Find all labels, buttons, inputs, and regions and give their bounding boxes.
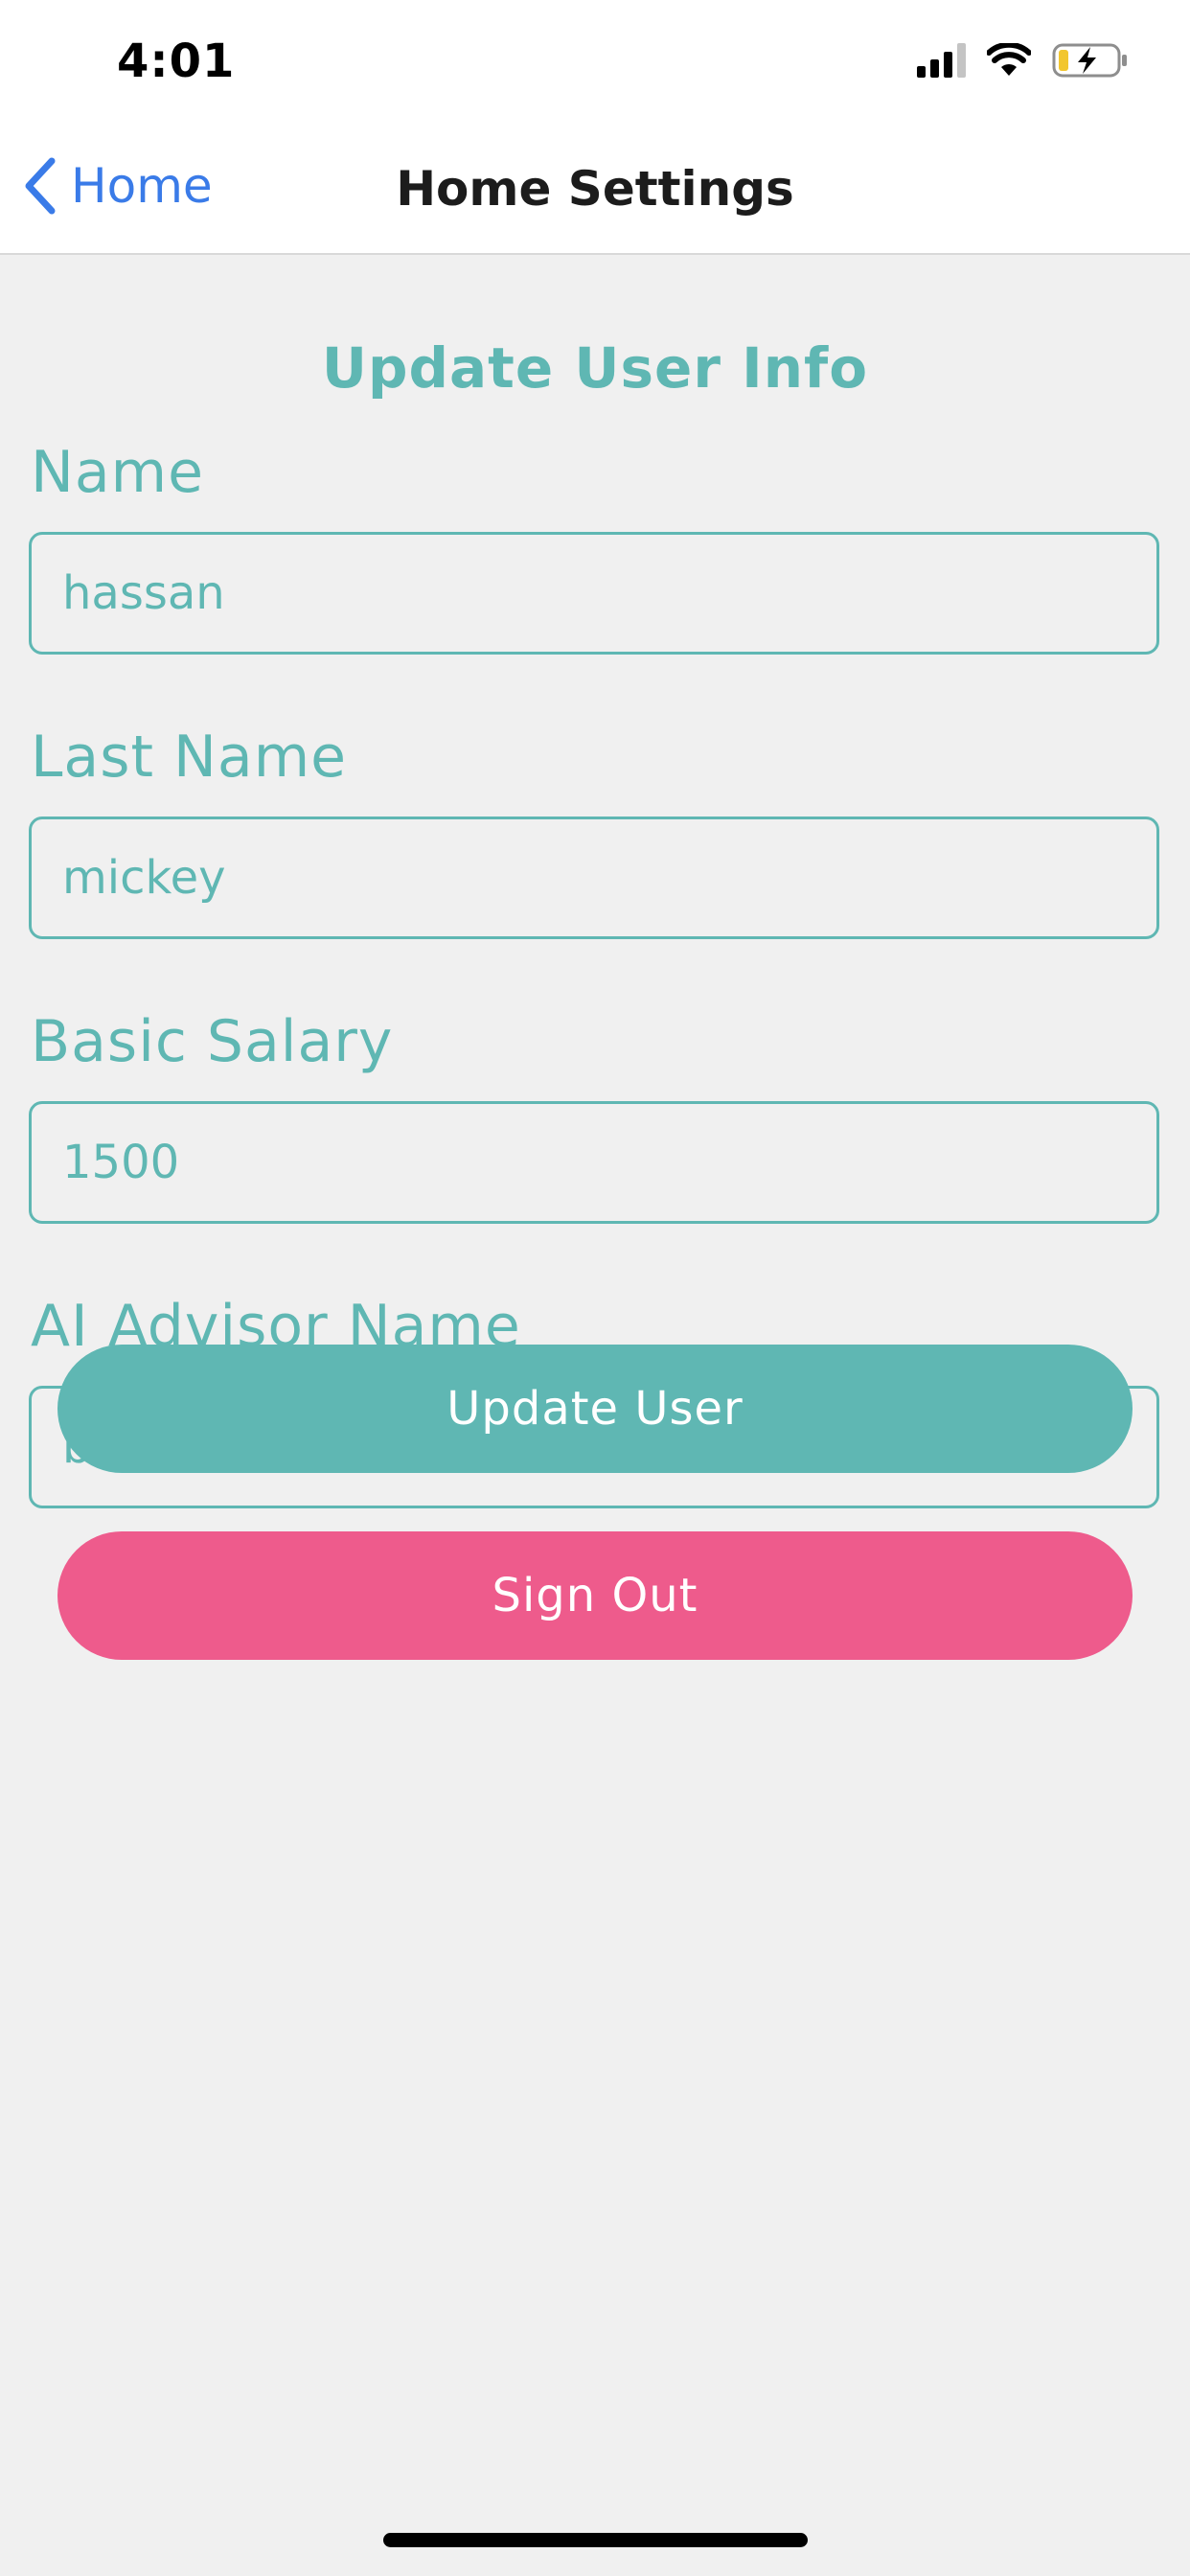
- basic-salary-label: Basic Salary: [31, 1008, 394, 1075]
- back-button[interactable]: Home: [21, 157, 213, 215]
- sign-out-button[interactable]: Sign Out: [57, 1531, 1133, 1660]
- navigation-bar: Home Home Settings: [0, 125, 1190, 255]
- last-name-input[interactable]: [29, 816, 1159, 939]
- update-user-button[interactable]: Update User: [57, 1345, 1133, 1473]
- chevron-left-icon: [25, 157, 56, 215]
- status-icons: [917, 42, 1129, 79]
- basic-salary-input[interactable]: [29, 1101, 1159, 1224]
- form-title: Update User Info: [321, 335, 869, 401]
- name-label: Name: [31, 439, 205, 506]
- status-bar: 4:01: [0, 0, 1190, 125]
- cellular-signal-icon: [917, 43, 966, 78]
- battery-charging-icon: [1052, 43, 1127, 78]
- last-name-label: Last Name: [31, 724, 348, 791]
- status-time: 4:01: [117, 34, 236, 88]
- back-button-label: Home: [71, 158, 213, 214]
- home-indicator: [383, 2533, 808, 2547]
- name-input[interactable]: [29, 532, 1159, 655]
- wifi-icon: [987, 43, 1031, 76]
